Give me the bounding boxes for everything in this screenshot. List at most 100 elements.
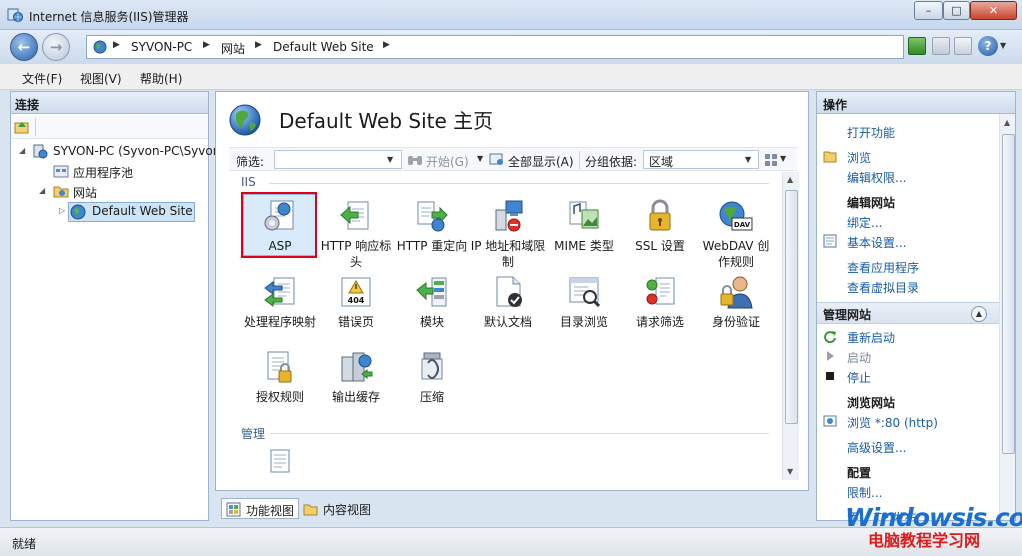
feature-label: 模块 xyxy=(419,315,444,329)
show-all-button[interactable]: 全部显示(A) xyxy=(508,153,574,170)
limits-link[interactable]: 限制... xyxy=(847,484,882,501)
feature-default-document[interactable]: 默认文档 xyxy=(470,274,546,330)
features-scrollbar[interactable]: ▲ ▼ xyxy=(782,172,799,480)
manage-site-section[interactable]: 管理网站 ▲ xyxy=(817,302,999,324)
restart-link[interactable]: 重新启动 xyxy=(847,329,895,346)
view-virtual-dirs-link[interactable]: 查看虚拟目录 xyxy=(847,279,919,296)
breadcrumb-item-server[interactable]: SYVON-PC xyxy=(131,40,192,54)
start-filter-button[interactable]: 开始(G) xyxy=(426,153,469,170)
scroll-up-icon[interactable]: ▲ xyxy=(787,175,793,184)
actions-header: 操作 xyxy=(817,92,1015,114)
chevron-down-icon[interactable]: ▼ xyxy=(387,155,393,164)
feature-mime-types[interactable]: MIME 类型 xyxy=(546,198,622,254)
status-text: 就绪 xyxy=(12,537,37,551)
scrollbar-thumb[interactable] xyxy=(1002,134,1015,454)
bindings-link[interactable]: 绑定... xyxy=(847,214,882,231)
forward-button[interactable]: → xyxy=(42,33,70,61)
stop-icon xyxy=(826,372,834,380)
chevron-down-icon[interactable]: ▼ xyxy=(477,154,483,163)
filter-label: 筛选: xyxy=(236,155,265,169)
tab-content-view[interactable]: 内容视图 xyxy=(299,498,375,519)
feature-directory-browsing[interactable]: 目录浏览 xyxy=(546,274,622,330)
menu-view[interactable]: 视图(V) xyxy=(80,70,122,87)
edit-site-heading: 编辑网站 xyxy=(847,196,896,210)
feature-label: SSL 设置 xyxy=(635,239,685,253)
breadcrumb[interactable]: ▶ SYVON-PC ▶ 网站 ▶ Default Web Site ▶ xyxy=(86,35,904,59)
minimize-button[interactable]: – xyxy=(914,1,943,20)
maximize-button[interactable]: □ xyxy=(943,1,970,20)
tree-item-sites[interactable]: ◢ 网站 xyxy=(11,182,208,202)
tree-collapse-icon[interactable]: ◢ xyxy=(39,186,45,195)
group-by-label: 分组依据: xyxy=(585,155,638,169)
scroll-down-icon[interactable]: ▼ xyxy=(787,467,793,476)
view-mode-icon[interactable] xyxy=(764,153,778,167)
feature-list: IIS ASP HTTP 响应标头 HTTP 重定向 IP 地址和域限制 MIM… xyxy=(229,172,781,477)
group-by-select[interactable]: 区域 ▼ xyxy=(643,150,759,169)
browse-port-link[interactable]: 浏览 *:80 (http) xyxy=(847,414,938,431)
feature-output-caching[interactable]: 输出缓存 xyxy=(318,349,394,405)
scrollbar-thumb[interactable] xyxy=(785,190,798,424)
tab-features-view[interactable]: 功能视图 xyxy=(221,498,300,519)
output-caching-icon xyxy=(341,352,373,382)
tree-label: SYVON-PC (Syvon-PC\Syvon xyxy=(53,144,221,158)
feature-webdav[interactable]: DAV WebDAV 创作规则 xyxy=(698,198,774,270)
connections-toolbar xyxy=(11,115,208,139)
tree-label: 应用程序池 xyxy=(73,166,134,180)
feature-error-pages[interactable]: 404 错误页 xyxy=(318,274,394,330)
feature-ssl-settings[interactable]: SSL 设置 xyxy=(622,198,698,254)
feature-authorization-rules[interactable]: 授权规则 xyxy=(242,349,318,405)
menu-help[interactable]: 帮助(H) xyxy=(140,70,182,87)
back-button[interactable]: ← xyxy=(10,33,38,61)
tree-expand-icon[interactable]: ▷ xyxy=(59,206,65,215)
feature-label: MIME 类型 xyxy=(554,239,614,253)
edit-permissions-link[interactable]: 编辑权限... xyxy=(847,169,906,186)
breadcrumb-item-site[interactable]: Default Web Site xyxy=(273,40,374,54)
tree-item-app-pools[interactable]: 应用程序池 xyxy=(11,162,208,182)
restart-icon xyxy=(824,331,836,343)
browse-link[interactable]: 浏览 xyxy=(847,149,871,166)
home-icon[interactable] xyxy=(954,37,972,55)
connections-header: 连接 xyxy=(11,92,208,114)
stop-icon[interactable] xyxy=(932,37,950,55)
feature-modules[interactable]: 模块 xyxy=(394,274,470,330)
chevron-down-icon[interactable]: ▼ xyxy=(745,155,751,164)
view-applications-link[interactable]: 查看应用程序 xyxy=(847,259,919,276)
actions-scrollbar[interactable]: ▲ xyxy=(999,114,1015,520)
help-icon[interactable]: ? xyxy=(978,36,998,56)
feature-authentication[interactable]: 身份验证 xyxy=(698,274,774,330)
collapse-icon[interactable]: ▲ xyxy=(971,306,987,322)
connect-icon[interactable] xyxy=(14,119,30,135)
stop-link[interactable]: 停止 xyxy=(847,369,871,386)
tree-collapse-icon[interactable]: ◢ xyxy=(19,146,25,155)
request-filtering-icon xyxy=(646,277,675,305)
tree-item-default-web-site[interactable]: ▷ Default Web Site xyxy=(11,202,208,222)
refresh-icon[interactable] xyxy=(908,37,926,55)
scroll-up-icon[interactable]: ▲ xyxy=(1004,118,1010,127)
basic-settings-link[interactable]: 基本设置... xyxy=(847,234,906,251)
page-title: Default Web Site 主页 xyxy=(279,109,494,133)
tree-item-server[interactable]: ◢ SYVON-PC (Syvon-PC\Syvon xyxy=(11,142,220,162)
feature-compression[interactable]: 压缩 xyxy=(394,349,470,405)
browse-icon xyxy=(823,151,837,163)
feature-label: 授权规则 xyxy=(255,390,304,404)
ip-restrictions-icon xyxy=(495,200,523,232)
menu-file[interactable]: 文件(F) xyxy=(22,70,62,87)
chevron-down-icon[interactable]: ▼ xyxy=(1000,41,1006,50)
directory-browsing-icon xyxy=(569,277,601,308)
open-feature-link[interactable]: 打开功能 xyxy=(847,124,895,141)
tab-label: 功能视图 xyxy=(246,504,295,518)
feature-http-response-headers[interactable]: HTTP 响应标头 xyxy=(318,198,394,270)
advanced-settings-link[interactable]: 高级设置... xyxy=(847,439,906,456)
breadcrumb-item-sites[interactable]: 网站 xyxy=(221,40,245,57)
feature-label: 身份验证 xyxy=(711,315,760,329)
feature-http-redirect[interactable]: HTTP 重定向 xyxy=(394,198,470,254)
configuration-editor-icon[interactable] xyxy=(269,449,291,473)
feature-handler-mappings[interactable]: 处理程序映射 xyxy=(242,274,318,330)
feature-request-filtering[interactable]: 请求筛选 xyxy=(622,274,698,330)
feature-ip-restrictions[interactable]: IP 地址和域限制 xyxy=(470,198,546,270)
chevron-down-icon[interactable]: ▼ xyxy=(780,154,786,163)
filter-input[interactable]: ▼ xyxy=(274,150,402,169)
globe-icon xyxy=(70,204,86,220)
close-button[interactable]: ✕ xyxy=(970,1,1017,20)
actions-pane: 操作 打开功能 浏览 编辑权限... 编辑网站 绑定... 基本设置... 查看… xyxy=(816,91,1016,521)
